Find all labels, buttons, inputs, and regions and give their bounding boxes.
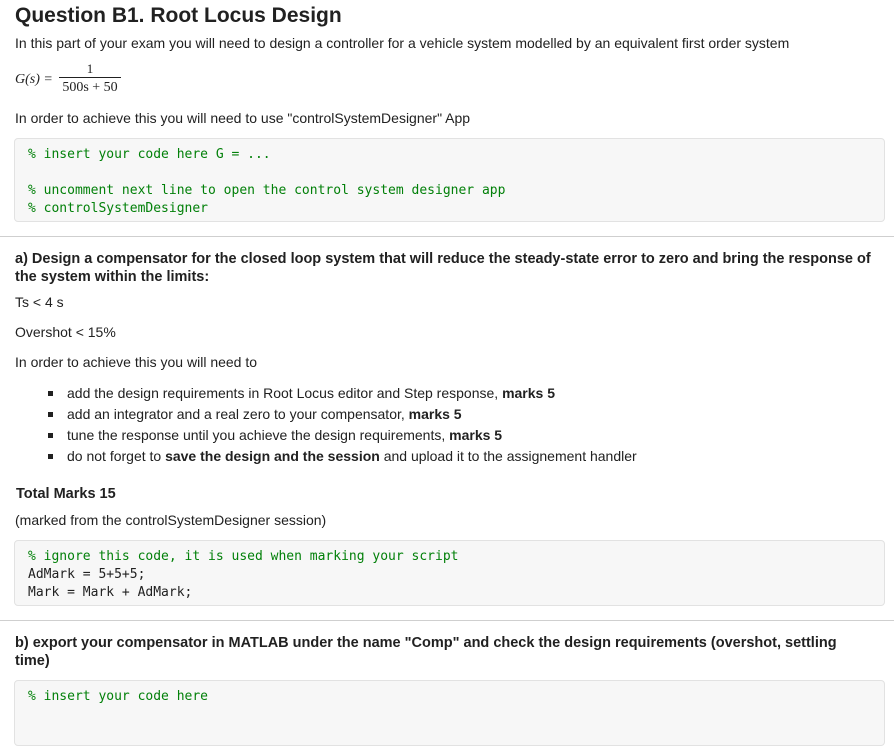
marked-from-text: (marked from the controlSystemDesigner s… xyxy=(15,512,327,528)
code-line[interactable]: % insert your code here xyxy=(28,688,871,706)
limit-overshot: Overshot < 15% xyxy=(15,324,116,340)
code-block-answer[interactable]: % insert your code here xyxy=(14,680,885,746)
code-line[interactable] xyxy=(28,164,871,182)
live-script-page: Question B1. Root Locus Design In this p… xyxy=(0,0,894,753)
code-line[interactable]: % insert your code here G = ... xyxy=(28,146,871,164)
lead-in-text: In order to achieve this you will need t… xyxy=(15,354,258,370)
formula-lhs: G(s) = xyxy=(15,72,53,87)
code-line[interactable]: AdMark = 5+5+5; xyxy=(28,566,871,584)
code-block-marking[interactable]: % ignore this code, it is used when mark… xyxy=(14,540,885,606)
limit-ts: Ts < 4 s xyxy=(15,294,64,310)
formula-denominator: 500s + 50 xyxy=(62,80,118,95)
formula-fraction: 1 500s + 50 xyxy=(59,62,121,96)
code-line[interactable]: % uncomment next line to open the contro… xyxy=(28,182,871,200)
requirements-list: add the design requirements in Root Locu… xyxy=(45,383,637,467)
instruction-app-text: In order to achieve this you will need t… xyxy=(15,110,471,126)
code-line[interactable]: % ignore this code, it is used when mark… xyxy=(28,548,871,566)
part-b-heading: b) export your compensator in MATLAB und… xyxy=(15,635,837,669)
list-item: do not forget to save the design and the… xyxy=(45,446,637,467)
intro-text: In this part of your exam you will need … xyxy=(15,35,790,51)
total-marks-heading: Total Marks 15 xyxy=(16,486,116,502)
list-item: add the design requirements in Root Locu… xyxy=(45,383,637,404)
section-divider xyxy=(0,236,894,237)
section-divider xyxy=(0,620,894,621)
code-block-setup[interactable]: % insert your code here G = ... % uncomme… xyxy=(14,138,885,222)
formula-numerator: 1 xyxy=(86,61,94,76)
page-title: Question B1. Root Locus Design xyxy=(15,4,342,27)
list-item: tune the response until you achieve the … xyxy=(45,425,637,446)
code-line[interactable]: Mark = Mark + AdMark; xyxy=(28,584,871,602)
list-item: add an integrator and a real zero to you… xyxy=(45,404,637,425)
code-line[interactable]: % controlSystemDesigner xyxy=(28,200,871,218)
fraction-bar xyxy=(59,77,121,78)
part-a-heading: a) Design a compensator for the closed l… xyxy=(15,251,871,285)
